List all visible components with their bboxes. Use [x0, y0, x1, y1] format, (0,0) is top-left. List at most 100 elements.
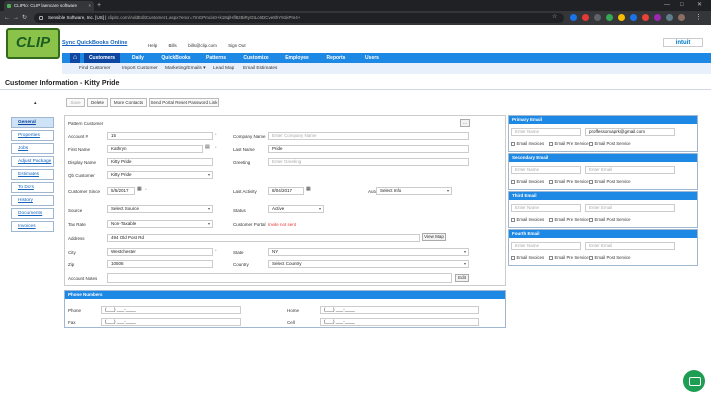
side-tab-jobs[interactable]: Jobs	[11, 143, 54, 154]
secondary-email-name-input[interactable]: Enter Name	[511, 166, 581, 174]
city-input[interactable]: Westchester	[107, 248, 213, 256]
nav-employee[interactable]: Employee	[278, 53, 316, 63]
forward-icon[interactable]: →	[13, 11, 19, 25]
company-name-input[interactable]: Enter Company Name	[268, 132, 469, 140]
email-pre-service-checkbox[interactable]: Email Pre Service	[549, 217, 589, 222]
nav-users[interactable]: Users	[356, 53, 388, 63]
side-tab-adjust-package[interactable]: Adjust Package	[11, 156, 54, 167]
more-contacts-button[interactable]: More Contacts	[110, 98, 147, 107]
new-tab-button[interactable]: +	[97, 1, 101, 10]
extension-icon[interactable]	[642, 14, 649, 21]
tax-rate-select[interactable]: Non-Taxable	[107, 220, 213, 228]
nav-customers[interactable]: Customers	[84, 53, 120, 63]
extension-icon[interactable]	[618, 14, 625, 21]
auto-pay-select[interactable]: Select Info	[376, 187, 452, 195]
account-number-input[interactable]: 15	[107, 132, 213, 140]
maximize-icon[interactable]: □	[680, 0, 684, 11]
nav-reports[interactable]: Reports	[318, 53, 354, 63]
primary-email-name-input[interactable]: Enter Name	[511, 128, 581, 136]
email-post-service-checkbox[interactable]: Email Post Service	[589, 217, 631, 222]
third-email-name-input[interactable]: Enter Name	[511, 204, 581, 212]
subnav-email-estimates[interactable]: Email Estimates	[243, 63, 277, 74]
status-select[interactable]: Active	[268, 205, 324, 213]
back-icon[interactable]: ←	[4, 11, 10, 25]
email-pre-service-checkbox[interactable]: Email Pre Service	[549, 255, 589, 260]
pattern-customer-button[interactable]: ...	[460, 119, 470, 127]
home-icon[interactable]: ⌂	[70, 53, 80, 63]
reload-icon[interactable]: ↻	[22, 11, 27, 25]
bookmark-star-icon[interactable]: ☆	[552, 13, 557, 20]
bills-link[interactable]: Bills	[169, 43, 177, 48]
account-notes-input[interactable]	[107, 273, 452, 283]
email-pre-service-checkbox[interactable]: Email Pre Service	[549, 179, 589, 184]
nav-quickbooks[interactable]: QuickBooks	[156, 53, 196, 63]
email-invoices-checkbox[interactable]: Email Invoices	[511, 217, 544, 222]
third-email-input[interactable]: Enter Email	[585, 204, 675, 212]
email-post-service-checkbox[interactable]: Email Post Service	[589, 141, 631, 146]
extension-icon[interactable]	[666, 14, 673, 21]
qb-customer-select[interactable]: Kitty Pride	[107, 171, 213, 179]
save-button[interactable]: Save	[66, 98, 85, 107]
contact-card-icon[interactable]: ▤	[205, 144, 210, 150]
menu-kebab-icon[interactable]: ⋮	[695, 13, 702, 21]
last-name-input[interactable]: Pride	[268, 145, 469, 153]
profile-avatar[interactable]	[678, 14, 685, 21]
subnav-find-customer[interactable]: Find Customer	[79, 63, 110, 74]
close-tab-icon[interactable]: ×	[88, 1, 91, 11]
nav-patterns[interactable]: Patterns	[198, 53, 234, 63]
email-post-service-checkbox[interactable]: Email Post Service	[589, 255, 631, 260]
minimize-icon[interactable]: —	[664, 0, 670, 11]
email-pre-service-checkbox[interactable]: Email Pre Service	[549, 141, 589, 146]
fax-input[interactable]: (___) ___-____	[101, 318, 241, 326]
country-select[interactable]: Select Country	[268, 260, 469, 268]
extension-icon[interactable]	[606, 14, 613, 21]
cell-phone-input[interactable]: (___) ___-____	[320, 318, 479, 326]
calendar-icon[interactable]: ▦	[306, 186, 311, 192]
last-activity-input[interactable]: 8/04/2017	[268, 187, 304, 195]
clip-logo[interactable]: CLIP	[6, 28, 60, 59]
extension-icon[interactable]	[570, 14, 577, 21]
subnav-marketing-emails[interactable]: Marketing/Emails ▾	[165, 63, 206, 74]
fourth-email-name-input[interactable]: Enter Name	[511, 242, 581, 250]
view-map-button[interactable]: View Map	[422, 233, 446, 241]
primary-email-input[interactable]: proffessorxaprk@gmail.com	[585, 128, 675, 136]
collapse-toggle-icon[interactable]: ▴	[34, 100, 37, 106]
email-post-service-checkbox[interactable]: Email Post Service	[589, 179, 631, 184]
calendar-icon[interactable]: ▦	[137, 186, 142, 192]
address-bar[interactable]: Sensible Software, Inc. [US] | clipitc.c…	[34, 13, 564, 23]
subnav-import-customer[interactable]: Import Customer	[122, 63, 158, 74]
side-tab-properties[interactable]: Properties	[11, 130, 54, 141]
greeting-input[interactable]: Enter Greeting	[268, 158, 469, 166]
address-input[interactable]: 494 Old Post Rd	[107, 234, 420, 242]
sign-out-link[interactable]: Sign Out	[228, 43, 246, 48]
display-name-input[interactable]: Kitty Pride	[107, 158, 213, 166]
email-invoices-checkbox[interactable]: Email Invoices	[511, 141, 544, 146]
email-invoices-checkbox[interactable]: Email Invoices	[511, 179, 544, 184]
side-tab-todos[interactable]: To Do's	[11, 182, 54, 193]
edit-notes-button[interactable]: Edit	[455, 274, 469, 282]
help-link[interactable]: Help	[148, 43, 157, 48]
side-tab-invoices[interactable]: Invoices	[11, 221, 54, 232]
zip-input[interactable]: 10506	[107, 260, 213, 268]
nav-daily[interactable]: Daily	[122, 53, 154, 63]
extension-icon[interactable]	[594, 14, 601, 21]
state-select[interactable]: NY	[268, 248, 469, 256]
extension-icon[interactable]	[582, 14, 589, 21]
home-phone-input[interactable]: (___) ___-____	[320, 306, 479, 314]
browser-tab[interactable]: CLIPto: CLIP laencare software ×	[4, 1, 94, 11]
customer-since-input[interactable]: 5/5/2017	[107, 187, 135, 195]
close-window-icon[interactable]: ✕	[697, 0, 702, 11]
extension-icon[interactable]	[630, 14, 637, 21]
phone-input[interactable]: (___) ___-____	[101, 306, 241, 314]
delete-button[interactable]: Delete	[87, 98, 108, 107]
secondary-email-input[interactable]: Enter Email	[585, 166, 675, 174]
nav-customize[interactable]: Customize	[236, 53, 276, 63]
sync-quickbooks-link[interactable]: Sync QuickBooks Online	[62, 40, 127, 46]
source-select[interactable]: Select Source	[107, 205, 213, 213]
send-portal-reset-button[interactable]: Send Portal Reset Password Link	[149, 98, 219, 107]
fourth-email-input[interactable]: Enter Email	[585, 242, 675, 250]
email-invoices-checkbox[interactable]: Email Invoices	[511, 255, 544, 260]
side-tab-documents[interactable]: Documents	[11, 208, 54, 219]
chat-widget-button[interactable]	[683, 370, 705, 392]
side-tab-history[interactable]: History	[11, 195, 54, 206]
